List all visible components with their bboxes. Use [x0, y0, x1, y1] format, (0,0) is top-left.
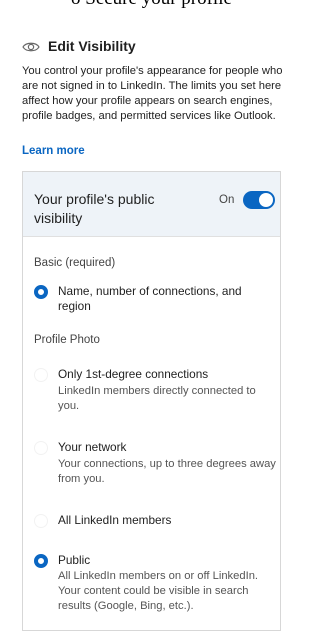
option-label: Name, number of connections, and region [58, 284, 242, 313]
option-label: Only 1st-degree connections [58, 367, 209, 381]
toggle-state-label: On [219, 194, 235, 206]
radio-button[interactable] [34, 368, 48, 382]
panel-title: Your profile's public visibility [34, 191, 155, 226]
cutoff-heading: o Secure your profile [71, 0, 232, 10]
page-cutoff: o Secure your profile [0, 0, 289, 24]
learn-more-link[interactable]: Learn more [22, 145, 85, 157]
option-label: Your network [58, 440, 127, 454]
radio-button-checked[interactable] [34, 554, 48, 568]
edit-visibility-header: Edit Visibility [22, 38, 136, 54]
option-label: All LinkedIn members [58, 513, 172, 527]
basic-section-heading: Basic (required) [34, 257, 116, 269]
radio-button[interactable] [34, 514, 48, 528]
option-label: Public [58, 553, 91, 567]
photo-section-heading: Profile Photo [34, 334, 100, 346]
radio-button-checked[interactable] [34, 285, 48, 299]
panel-header: Your profile's public visibility On [23, 172, 280, 237]
section-title: Edit Visibility [48, 38, 136, 54]
visibility-description: You control your profile's appearance fo… [22, 65, 283, 122]
option-description: All LinkedIn members on or off LinkedIn.… [58, 570, 259, 612]
radio-button[interactable] [34, 441, 48, 455]
public-visibility-panel: Your profile's public visibility On Basi… [22, 171, 281, 631]
public-visibility-toggle[interactable] [243, 191, 275, 209]
toggle-knob [259, 193, 273, 207]
option-description: Your connections, up to three degrees aw… [58, 458, 276, 485]
option-description: LinkedIn members directly connected to y… [58, 385, 256, 412]
eye-icon [22, 40, 40, 52]
